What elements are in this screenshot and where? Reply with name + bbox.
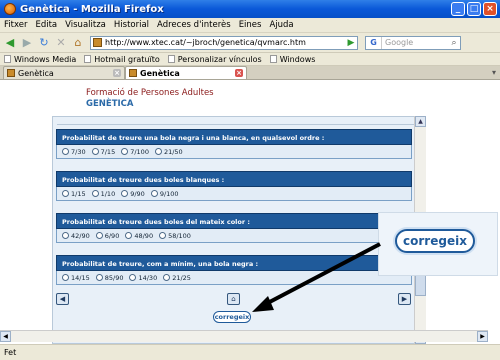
search-engine-icon[interactable]: G [366, 36, 382, 49]
minimize-button[interactable]: _ [451, 2, 465, 16]
site-favicon [93, 38, 102, 47]
navigation-toolbar: ◀ ▶ ↻ ✕ ⌂ http://www.xtec.cat/~jbroch/ge… [0, 33, 500, 53]
page-icon [167, 55, 175, 63]
home-icon[interactable]: ⌂ [71, 36, 85, 50]
window-title: Genètica - Mozilla Firefox [20, 3, 164, 15]
stop-icon[interactable]: ✕ [54, 36, 68, 50]
pointer-arrow-icon [252, 242, 381, 312]
tab-bar: Genètica × Genètica × ▾ [0, 66, 500, 80]
bookmark-item[interactable]: Personalizar vínculos [167, 55, 262, 64]
menu-tools[interactable]: Eines [239, 20, 262, 30]
menu-bookmarks[interactable]: Adreces d'interès [157, 20, 231, 30]
page-icon [4, 55, 11, 63]
tab-close-icon[interactable]: × [235, 69, 243, 77]
status-bar: Fet [0, 344, 500, 360]
menu-file[interactable]: Fitxer [4, 20, 27, 30]
tab-genetica-1[interactable]: Genètica × [3, 66, 125, 79]
page-icon [84, 55, 92, 63]
menu-bar: Fitxer Edita Visualitza Historial Adrece… [0, 18, 500, 33]
tab-favicon [129, 69, 137, 77]
bookmark-item[interactable]: Hotmail gratuïto [84, 55, 160, 64]
scroll-left-icon[interactable]: ◀ [0, 331, 11, 342]
reload-icon[interactable]: ↻ [37, 36, 51, 50]
menu-view[interactable]: Visualitza [65, 20, 106, 30]
tab-close-icon[interactable]: × [113, 69, 121, 77]
url-text[interactable]: http://www.xtec.cat/~jbroch/genetica/qvm… [105, 38, 345, 47]
menu-help[interactable]: Ajuda [269, 20, 293, 30]
search-icon[interactable]: ⌕ [448, 38, 460, 48]
menu-edit[interactable]: Edita [35, 20, 57, 30]
page-icon [269, 55, 277, 63]
maximize-button[interactable]: □ [467, 2, 481, 16]
bookmarks-toolbar: Windows Media Hotmail gratuïto Personali… [0, 53, 500, 66]
tab-list-icon[interactable]: ▾ [492, 68, 496, 77]
bookmark-item[interactable]: Windows Media [4, 55, 76, 64]
forward-icon[interactable]: ▶ [20, 36, 34, 50]
back-icon[interactable]: ◀ [3, 36, 17, 50]
menu-history[interactable]: Historial [114, 20, 149, 30]
search-box[interactable]: G Google ⌕ [365, 35, 461, 50]
firefox-icon [4, 3, 16, 15]
window-title-bar: Genètica - Mozilla Firefox _ □ × [0, 0, 500, 18]
bookmark-item[interactable]: Windows [269, 55, 315, 64]
horizontal-scrollbar[interactable]: ◀ ▶ [0, 330, 488, 342]
address-bar[interactable]: http://www.xtec.cat/~jbroch/genetica/qvm… [90, 35, 358, 50]
tab-favicon [7, 69, 15, 77]
close-button[interactable]: × [483, 2, 497, 16]
search-input[interactable]: Google [382, 38, 448, 47]
go-icon[interactable]: ▶ [345, 37, 357, 49]
page-content: Formació de Persones Adultes GENÈTICA Pr… [0, 80, 500, 344]
scroll-right-icon[interactable]: ▶ [477, 331, 488, 342]
tab-genetica-2[interactable]: Genètica × [125, 66, 247, 79]
